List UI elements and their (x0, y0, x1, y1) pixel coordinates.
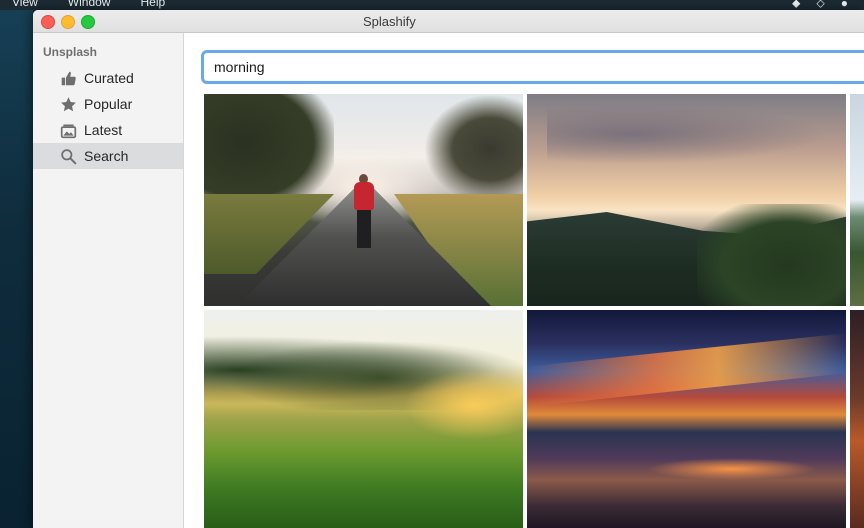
photo-tile[interactable] (527, 310, 846, 528)
sidebar-item-popular[interactable]: Popular (33, 91, 183, 117)
photo-detail (357, 210, 371, 248)
search-field[interactable] (201, 50, 864, 84)
desktop-background (0, 10, 33, 528)
photo-tile[interactable] (850, 310, 864, 528)
photo-detail (354, 182, 374, 210)
photo-tile[interactable] (527, 94, 846, 306)
photos-icon (59, 121, 77, 139)
photo-detail (547, 104, 827, 164)
sidebar-item-label: Latest (84, 122, 123, 138)
search-input[interactable] (204, 53, 864, 81)
star-icon (59, 95, 77, 113)
menu-window[interactable]: Window (68, 0, 111, 9)
status-icons: ⬥ ⬦ ● (792, 0, 848, 10)
photo-detail (647, 458, 817, 480)
thumbs-up-icon (59, 69, 77, 87)
status-icon[interactable]: ⬦ (816, 0, 824, 10)
status-icon[interactable]: ⬥ (792, 0, 800, 10)
sidebar-item-label: Search (84, 148, 129, 164)
sidebar-item-latest[interactable]: Latest (33, 117, 183, 143)
sidebar: Unsplash Curated Popular Latest Search (33, 33, 184, 528)
sidebar-heading: Unsplash (43, 45, 98, 59)
photo-detail (404, 370, 523, 440)
main-content (184, 33, 864, 528)
photo-detail (697, 204, 846, 306)
window-title: Splashify (363, 14, 416, 29)
sidebar-item-label: Curated (84, 70, 134, 86)
photo-detail (424, 94, 523, 204)
menu-view[interactable]: View (12, 0, 38, 9)
menu-bar: View Window Help ⬥ ⬦ ● (0, 0, 864, 10)
sidebar-item-label: Popular (84, 96, 133, 112)
search-icon (59, 147, 77, 165)
sidebar-item-curated[interactable]: Curated (33, 65, 183, 91)
menu-items: View Window Help (12, 0, 165, 9)
photo-tile[interactable] (204, 310, 523, 528)
photo-tile[interactable] (850, 94, 864, 306)
sidebar-item-search[interactable]: Search (33, 143, 183, 169)
title-bar[interactable]: Splashify (33, 10, 864, 33)
status-icon[interactable]: ● (841, 0, 848, 10)
app-window: Splashify Unsplash Curated Popular Lates… (33, 10, 864, 528)
photo-detail (527, 333, 846, 407)
menu-help[interactable]: Help (140, 0, 165, 9)
photo-tile[interactable] (204, 94, 523, 306)
